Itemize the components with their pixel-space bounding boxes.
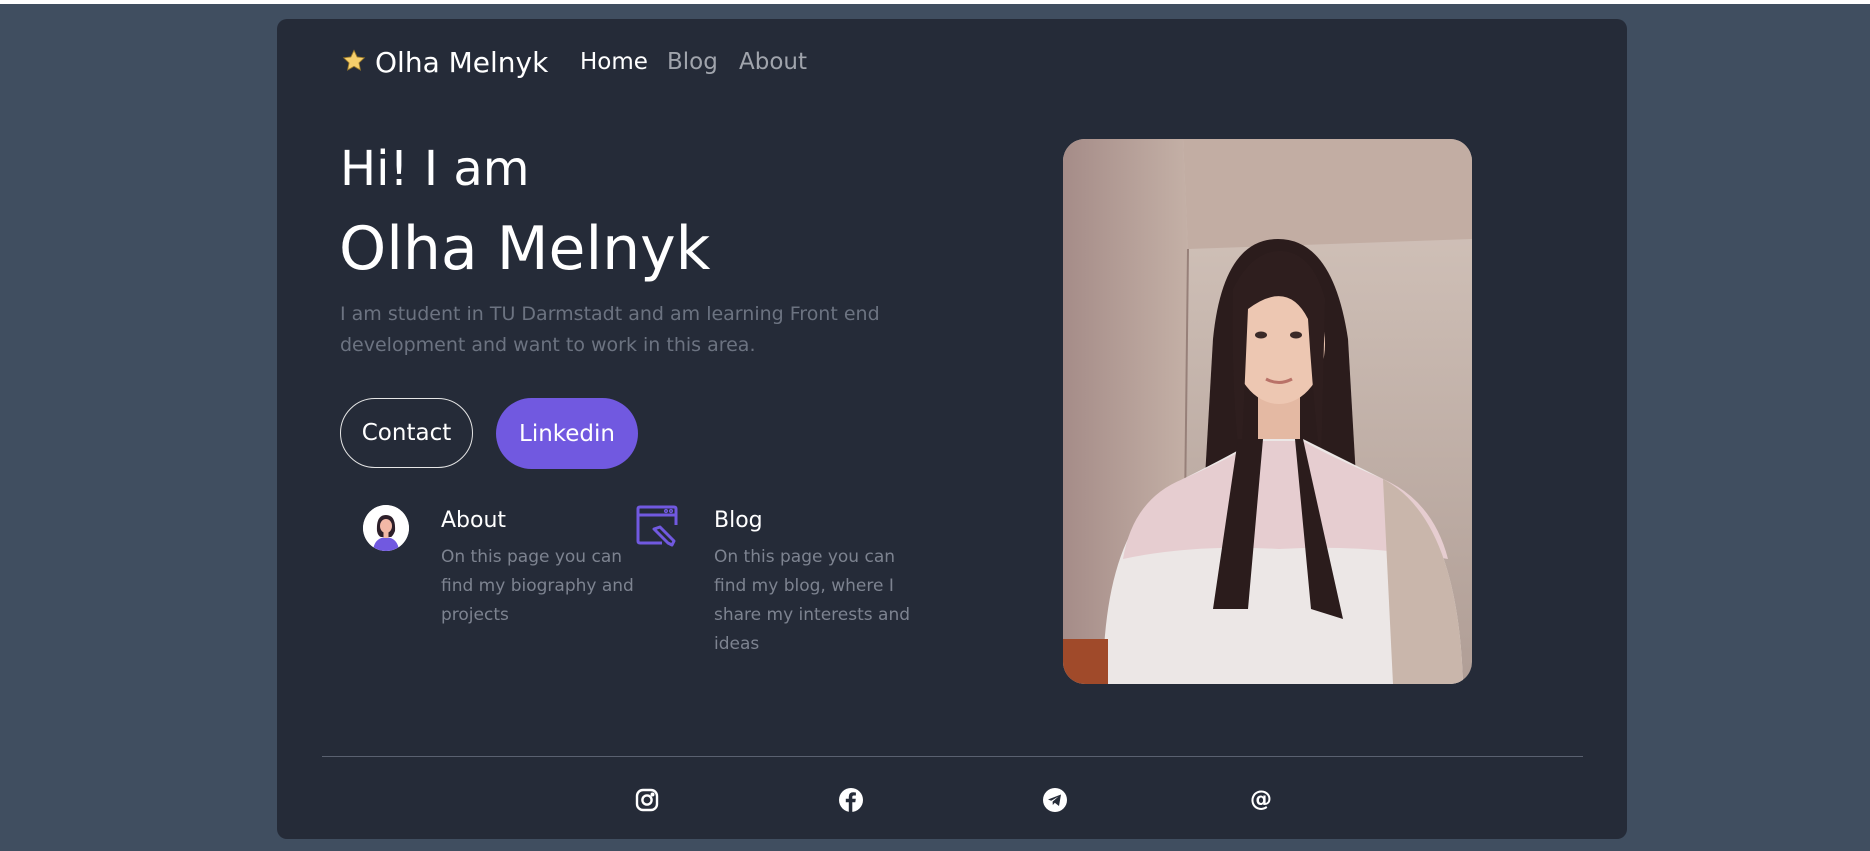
top-border [0,0,1870,4]
email-at-icon[interactable]: @ [1248,787,1274,813]
instagram-icon[interactable] [634,787,660,813]
profile-photo [1063,139,1472,684]
about-feature-desc: On this page you can find my biography a… [441,547,634,625]
about-feature-title[interactable]: About [441,508,506,533]
telegram-icon[interactable] [1042,787,1068,813]
hero-intro: I am student in TU Darmstadt and am lear… [340,303,880,356]
hero-name: Olha Melnyk [339,214,711,284]
contact-button[interactable]: Contact [340,398,473,468]
nav-home-link[interactable]: Home [580,49,648,75]
blog-feature-desc: On this page you can find my blog, where… [714,547,911,654]
nav-blog-link[interactable]: Blog [667,49,718,75]
brand[interactable]: Olha Melnyk [341,46,548,79]
main-card: Olha Melnyk Home Blog About Hi! I am Olh… [277,19,1627,839]
nav-about-link[interactable]: About [739,49,807,75]
star-icon [341,48,367,78]
linkedin-button[interactable]: Linkedin [496,398,638,469]
blog-feature-title[interactable]: Blog [714,508,763,533]
facebook-icon[interactable] [838,787,864,813]
brand-name: Olha Melnyk [375,46,549,79]
footer-divider [322,756,1583,757]
about-avatar-icon [363,505,409,551]
hero-greeting: Hi! I am [340,141,530,197]
blog-edit-icon [636,505,680,547]
